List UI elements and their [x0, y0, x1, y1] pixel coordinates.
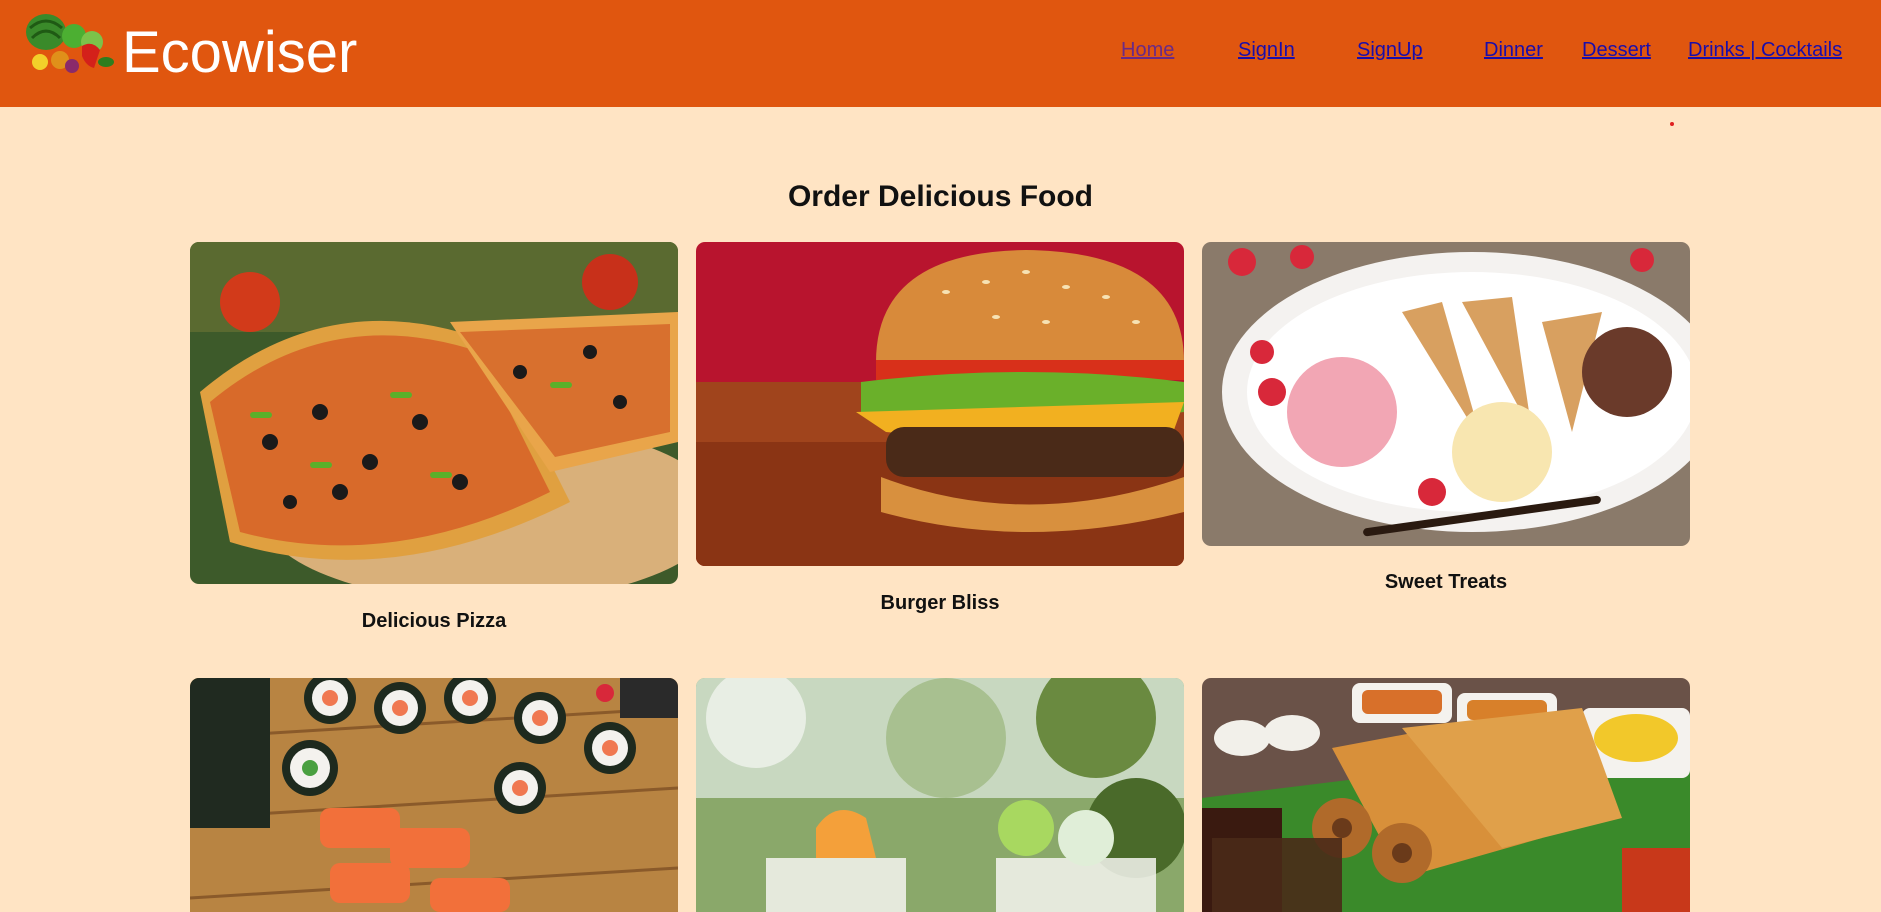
- cocktails-image[interactable]: [696, 678, 1184, 912]
- nav-dessert-link[interactable]: Dessert: [1582, 40, 1651, 60]
- nav-drinks-link[interactable]: Drinks | Cocktails: [1688, 40, 1842, 60]
- nav-dinner-link[interactable]: Dinner: [1484, 40, 1543, 60]
- sushi-image[interactable]: [190, 678, 678, 912]
- nav-signin-link[interactable]: SignIn: [1238, 40, 1295, 60]
- vegetables-logo-icon[interactable]: [22, 10, 118, 80]
- card-caption-burger: Burger Bliss: [880, 592, 1000, 614]
- brand-name[interactable]: Ecowiser: [122, 24, 357, 82]
- page-title: Order Delicious Food: [787, 180, 1094, 213]
- ice-cream-image[interactable]: [1202, 242, 1690, 546]
- decorative-dot: [1670, 122, 1674, 126]
- card-caption-pizza: Delicious Pizza: [361, 610, 507, 632]
- pizza-image[interactable]: [190, 242, 678, 584]
- card-caption-sweet-treats: Sweet Treats: [1384, 571, 1508, 593]
- dosa-image[interactable]: [1202, 678, 1690, 912]
- nav-home-link[interactable]: Home: [1121, 40, 1174, 60]
- nav-signup-link[interactable]: SignUp: [1357, 40, 1423, 60]
- site-header: Ecowiser Home SignIn SignUp Dinner Desse…: [0, 0, 1881, 107]
- burger-image[interactable]: [696, 242, 1184, 566]
